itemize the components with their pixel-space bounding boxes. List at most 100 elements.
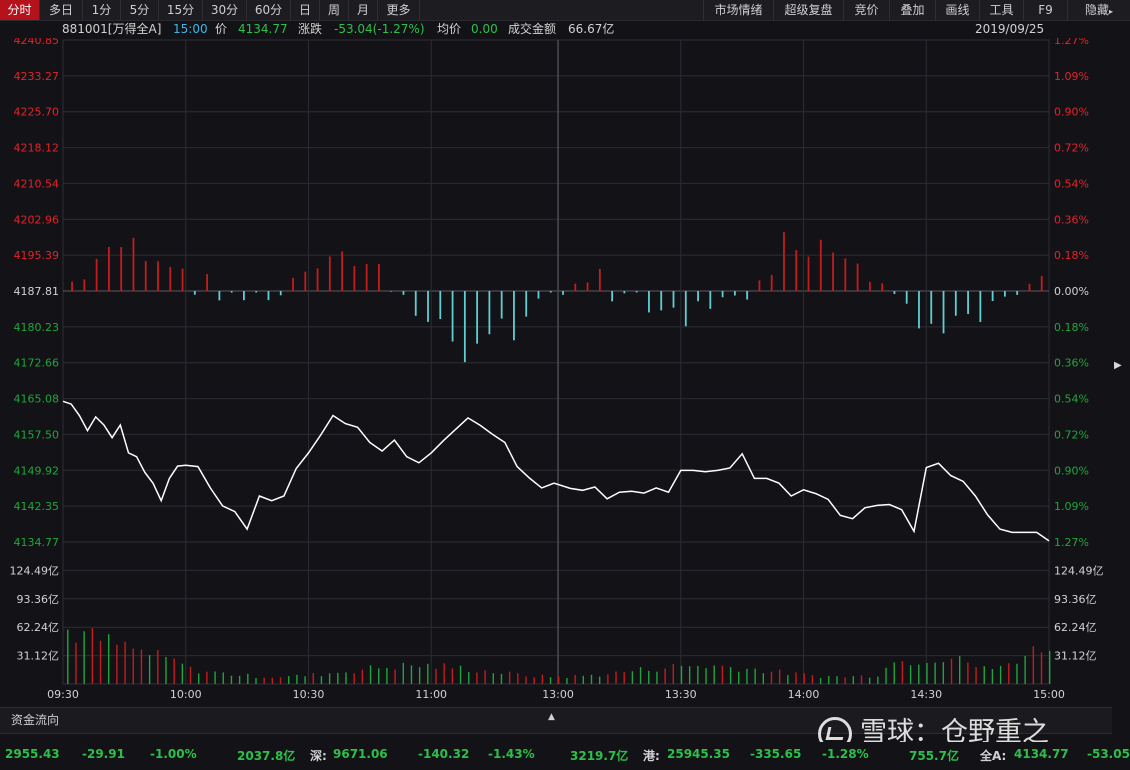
tab-1min[interactable]: 1分 — [83, 0, 121, 20]
tab-multi-day[interactable]: 多日 — [40, 0, 83, 20]
tab-60min[interactable]: 60分 — [247, 0, 291, 20]
breadth-bar — [108, 246, 110, 291]
volume-bar — [811, 675, 814, 684]
tab-monthly[interactable]: 月 — [349, 0, 378, 20]
tab-15min[interactable]: 15分 — [159, 0, 203, 20]
intraday-chart[interactable]: 4240.85 4233.27 4225.70 4218.12 4210.54 4202.… — [0, 38, 1130, 706]
breadth-bar — [1003, 291, 1006, 297]
tools-button[interactable]: 工具 — [979, 0, 1023, 20]
quote-info-bar: 881001[万得全A] 15:00 价 4134.77 涨跌 -53.04(-… — [0, 20, 1130, 38]
pct-tick-label: 0.18% — [1054, 249, 1089, 262]
hide-button[interactable]: 隐藏▸ — [1067, 0, 1130, 20]
tab-intraday[interactable]: 分时 — [0, 0, 40, 20]
breadth-bar — [832, 252, 834, 291]
tab-30min[interactable]: 30分 — [203, 0, 247, 20]
price-tick-label: 4157.50 — [14, 428, 60, 441]
volume-bar — [492, 673, 494, 684]
volume-bar — [738, 671, 740, 684]
breadth-bar — [954, 291, 957, 316]
volume-bar — [214, 671, 216, 684]
turnover-value: 66.67亿 — [568, 22, 615, 36]
volume-bar — [705, 668, 707, 684]
expand-up-icon[interactable]: ▲ — [548, 712, 555, 722]
overlay-button[interactable]: 叠加 — [889, 0, 935, 20]
volume-tick-label: 93.36亿 — [17, 593, 60, 606]
volume-bar — [844, 677, 846, 684]
volume-bar — [746, 668, 748, 684]
volume-bar — [1040, 652, 1043, 684]
market-sentiment-button[interactable]: 市场情绪 — [703, 0, 773, 20]
volume-bar — [116, 644, 118, 684]
expand-arrow-icon[interactable]: ▶ — [1114, 360, 1122, 371]
breadth-bar — [795, 250, 798, 291]
breadth-bar — [378, 264, 380, 291]
tab-more[interactable]: 更多 — [378, 0, 420, 20]
breadth-bar — [611, 291, 614, 302]
breadth-bar — [537, 291, 540, 299]
breadth-bar — [390, 291, 393, 292]
time-tick-label: 14:00 — [788, 688, 820, 701]
volume-tick-label: 124.49亿 — [10, 564, 60, 577]
money-flow-label: 资金流向 — [11, 713, 60, 727]
breadth-bar — [513, 291, 515, 341]
volume-bar — [909, 665, 912, 684]
breadth-bar — [635, 291, 638, 293]
volume-bar — [680, 665, 683, 684]
breadth-bar — [1028, 283, 1031, 291]
volume-bar — [1008, 663, 1010, 684]
volume-bar — [337, 672, 339, 684]
breadth-bar — [930, 291, 933, 324]
volume-tick-label: 62.24亿 — [17, 621, 60, 634]
volume-bar — [926, 662, 928, 684]
volume-tick-label: 93.36亿 — [1054, 593, 1097, 606]
volume-bar — [566, 677, 568, 684]
breadth-bar — [991, 291, 994, 302]
breadth-bar — [868, 281, 871, 291]
volume-bar — [140, 649, 143, 684]
pct-axis-right: 1.27% 1.09% 0.90% 0.72% 0.54% 0.36% 0.18% 0.00%… — [1054, 38, 1089, 549]
price-tick-label: 4218.12 — [14, 142, 60, 155]
volume-bar — [378, 668, 380, 684]
volume-bar — [1049, 650, 1051, 684]
breadth-bar — [660, 291, 663, 311]
volume-bar — [803, 673, 805, 684]
time-tick-label: 11:00 — [415, 688, 447, 701]
breadth-bar — [488, 291, 491, 335]
tab-daily[interactable]: 日 — [291, 0, 320, 20]
volume-bar — [983, 666, 985, 684]
time-tick-label: 14:30 — [910, 688, 942, 701]
breadth-bar — [414, 291, 417, 316]
volume-bar — [885, 667, 887, 684]
breadth-bar — [1040, 275, 1043, 291]
volume-bar — [541, 674, 544, 684]
breadth-bar — [783, 232, 785, 291]
breadth-bar — [721, 291, 724, 298]
volume-bar — [189, 666, 192, 684]
sz-amount: 3219.7亿 — [570, 749, 629, 763]
price-tick-label: 4210.54 — [14, 177, 60, 190]
volume-bar — [410, 665, 413, 684]
breadth-bar — [562, 291, 564, 295]
volume-bar — [721, 665, 724, 684]
breadth-bar — [353, 266, 356, 291]
volume-bar — [860, 675, 863, 684]
tab-5min[interactable]: 5分 — [121, 0, 159, 20]
tab-weekly[interactable]: 周 — [320, 0, 349, 20]
volume-bar — [991, 669, 994, 684]
super-review-button[interactable]: 超级复盘 — [773, 0, 843, 20]
price-value: 4134.77 — [238, 22, 288, 36]
breadth-bar — [819, 239, 822, 291]
caret-right-icon: ▸ — [1109, 7, 1114, 16]
pct-tick-label: 0.00% — [1054, 285, 1089, 298]
f9-button[interactable]: F9 — [1023, 0, 1067, 20]
draw-line-button[interactable]: 画线 — [935, 0, 979, 20]
volume-bar — [623, 672, 625, 684]
price-tick-label: 4233.27 — [14, 70, 60, 83]
breadth-bar — [648, 291, 650, 313]
volume-tick-label: 62.24亿 — [1054, 621, 1097, 634]
price-tick-label: 4142.35 — [14, 500, 60, 513]
auction-button[interactable]: 竞价 — [843, 0, 889, 20]
volume-bar — [288, 676, 290, 684]
volume-bar — [394, 669, 396, 684]
market-ticker: 2955.43 -29.91 -1.00% 2037.8亿 深: 9671.06… — [0, 742, 1130, 770]
